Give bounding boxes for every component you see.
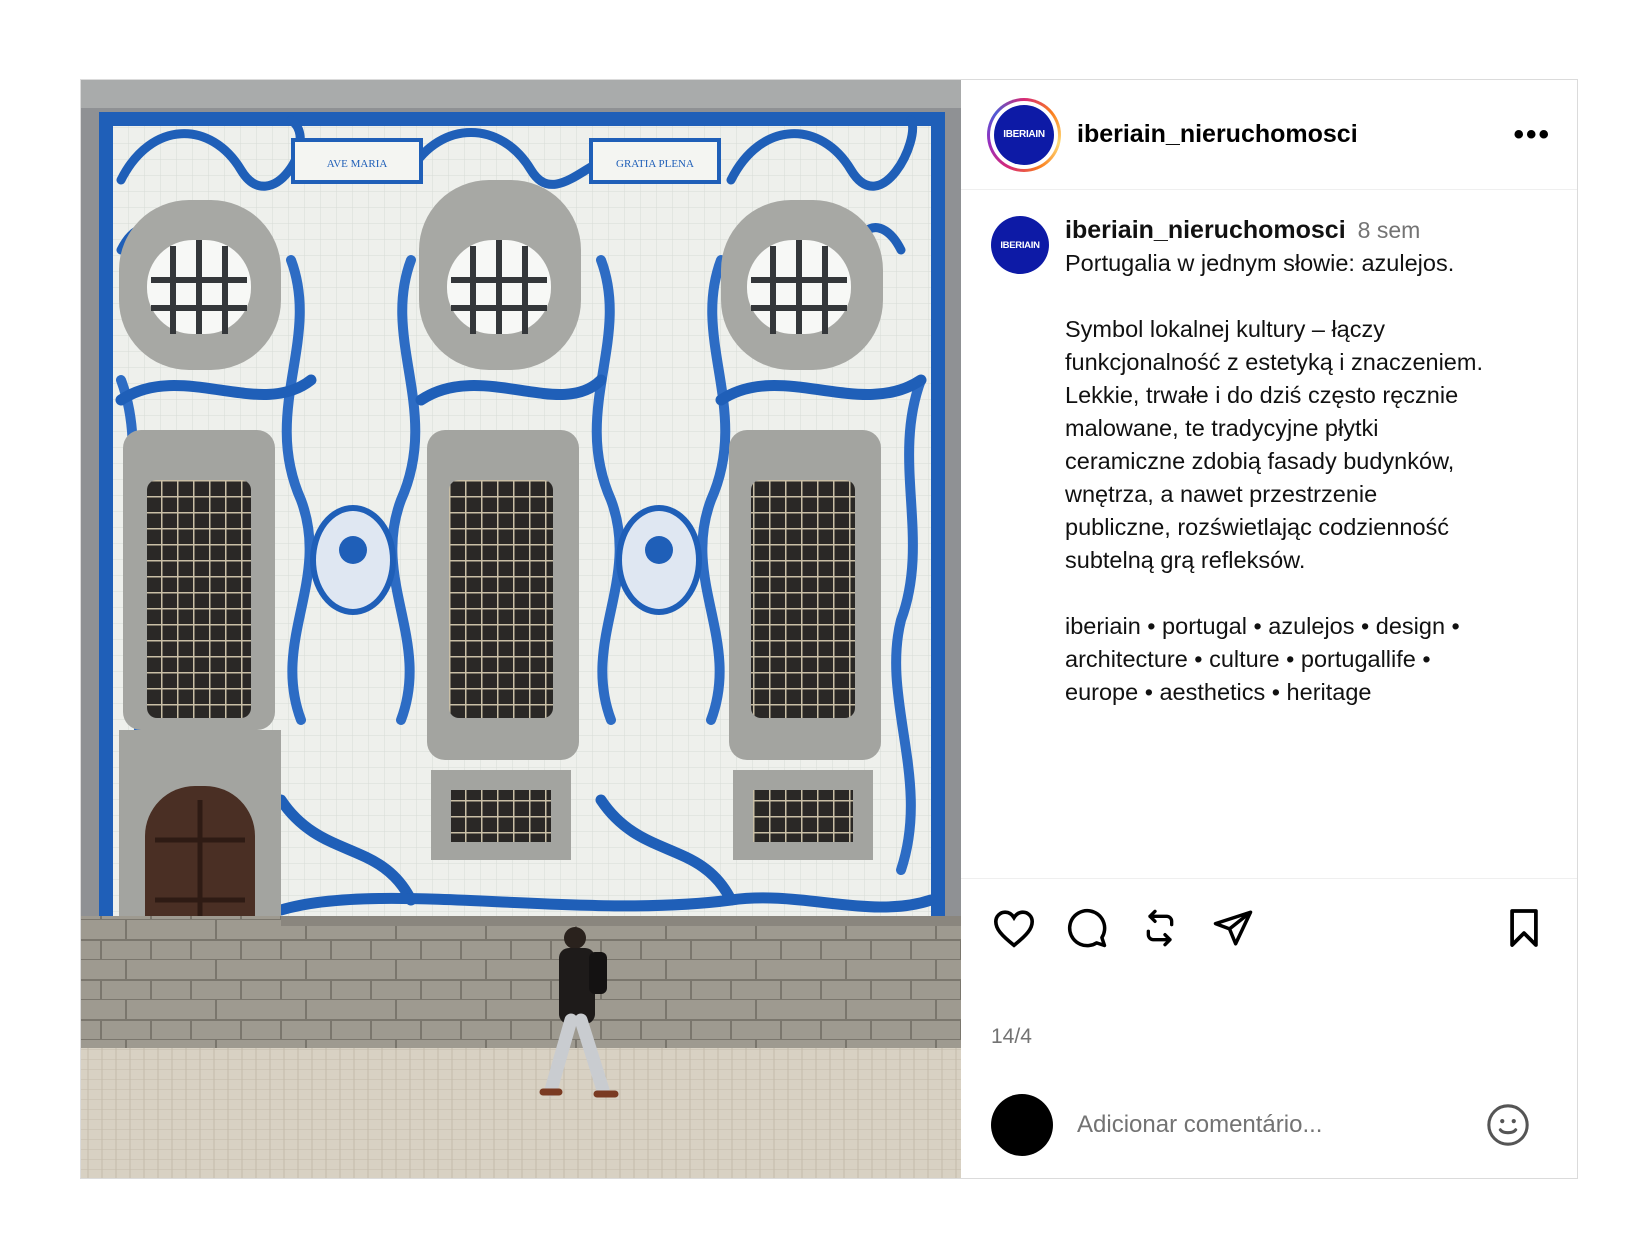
comment-icon[interactable] [1062,903,1112,953]
post-image[interactable]: AVE MARIA GRATIA PLENA [81,80,961,1178]
caption-section: IBERIAIN iberiain_nieruchomosci 8 sem Por… [961,190,1577,878]
post-actions [961,879,1577,977]
caption-tags: iberiain • portugal • azulejos • design … [1065,613,1460,705]
heart-icon[interactable] [989,903,1039,953]
post-header: IBERIAIN iberiain_nieruchomosci ••• [961,80,1577,190]
caption-time[interactable]: 8 sem [1358,217,1421,243]
azulejo-facade-photo: AVE MARIA GRATIA PLENA [81,80,961,1178]
caption-username[interactable]: iberiain_nieruchomosci [1065,216,1346,244]
caption-paragraph: Symbol lokalnej kultury – łączy funkcjon… [1065,316,1483,573]
comment-row [961,1090,1577,1160]
caption-avatar[interactable]: IBERIAIN [991,216,1049,274]
repost-icon[interactable] [1135,903,1185,953]
caption-meta: iberiain_nieruchomosci 8 sem [1065,214,1483,247]
profile-avatar: IBERIAIN [994,104,1054,165]
caption-line1: Portugalia w jednym słowie: azulejos. [1065,250,1455,276]
cartouche-right-text: GRATIA PLENA [616,158,694,170]
profile-avatar-story-ring[interactable]: IBERIAIN [987,97,1061,172]
post-date: 14/4 [991,1025,1032,1048]
current-user-avatar [991,1094,1053,1156]
send-icon[interactable] [1208,903,1258,953]
header-username[interactable]: iberiain_nieruchomosci [1077,120,1358,149]
post-sidebar: IBERIAIN iberiain_nieruchomosci ••• IBER… [961,80,1577,1178]
bookmark-icon[interactable] [1499,903,1549,953]
more-options-icon[interactable]: ••• [1513,118,1551,152]
comment-input[interactable] [1075,1110,1485,1140]
caption-body: iberiain_nieruchomosci 8 sem Portugalia w… [1065,214,1483,878]
cartouche-left-text: AVE MARIA [327,158,388,170]
instagram-post: AVE MARIA GRATIA PLENA IBERIAIN iberiain… [80,79,1578,1179]
emoji-icon[interactable] [1485,1102,1531,1148]
